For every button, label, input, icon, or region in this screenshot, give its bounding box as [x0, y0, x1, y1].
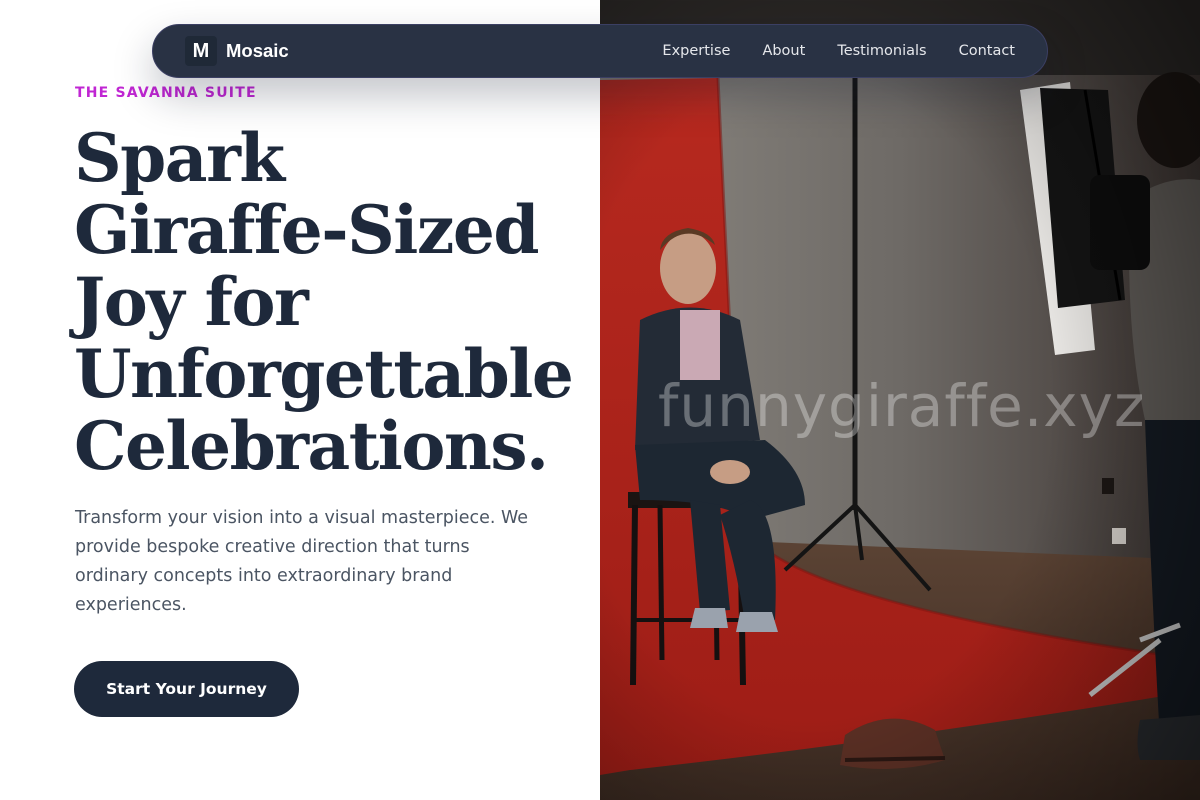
brand-name: Mosaic: [226, 40, 289, 61]
nav-links: Expertise About Testimonials Contact: [662, 43, 1015, 59]
hero-text-column: THE SAVANNA SUITE Spark Giraffe-Sized Jo…: [0, 0, 600, 800]
start-journey-button[interactable]: Start Your Journey: [74, 661, 299, 717]
top-navbar: M Mosaic Expertise About Testimonials Co…: [152, 24, 1048, 78]
headline-line: Giraffe-Sized: [74, 191, 540, 269]
headline-line: Unforgettable: [74, 335, 574, 413]
hero-photo: funnygiraffe.xyz: [600, 0, 1200, 800]
nav-link-expertise[interactable]: Expertise: [662, 43, 730, 59]
nav-link-contact[interactable]: Contact: [959, 43, 1015, 59]
nav-link-about[interactable]: About: [762, 43, 805, 59]
brand-mark-icon: M: [185, 36, 217, 66]
headline-line: Joy for: [74, 263, 309, 341]
headline-line: Spark: [74, 119, 285, 197]
hero-description: Transform your vision into a visual mast…: [75, 508, 529, 615]
nav-link-testimonials[interactable]: Testimonials: [837, 43, 926, 59]
brand-logo[interactable]: M Mosaic: [185, 36, 289, 66]
eyebrow-label: THE SAVANNA SUITE: [75, 85, 257, 101]
headline-line: Celebrations.: [74, 407, 549, 485]
hero-headline: Spark Giraffe-Sized Joy for Unforgettabl…: [74, 122, 594, 482]
watermark-text: funnygiraffe.xyz: [658, 372, 1146, 440]
